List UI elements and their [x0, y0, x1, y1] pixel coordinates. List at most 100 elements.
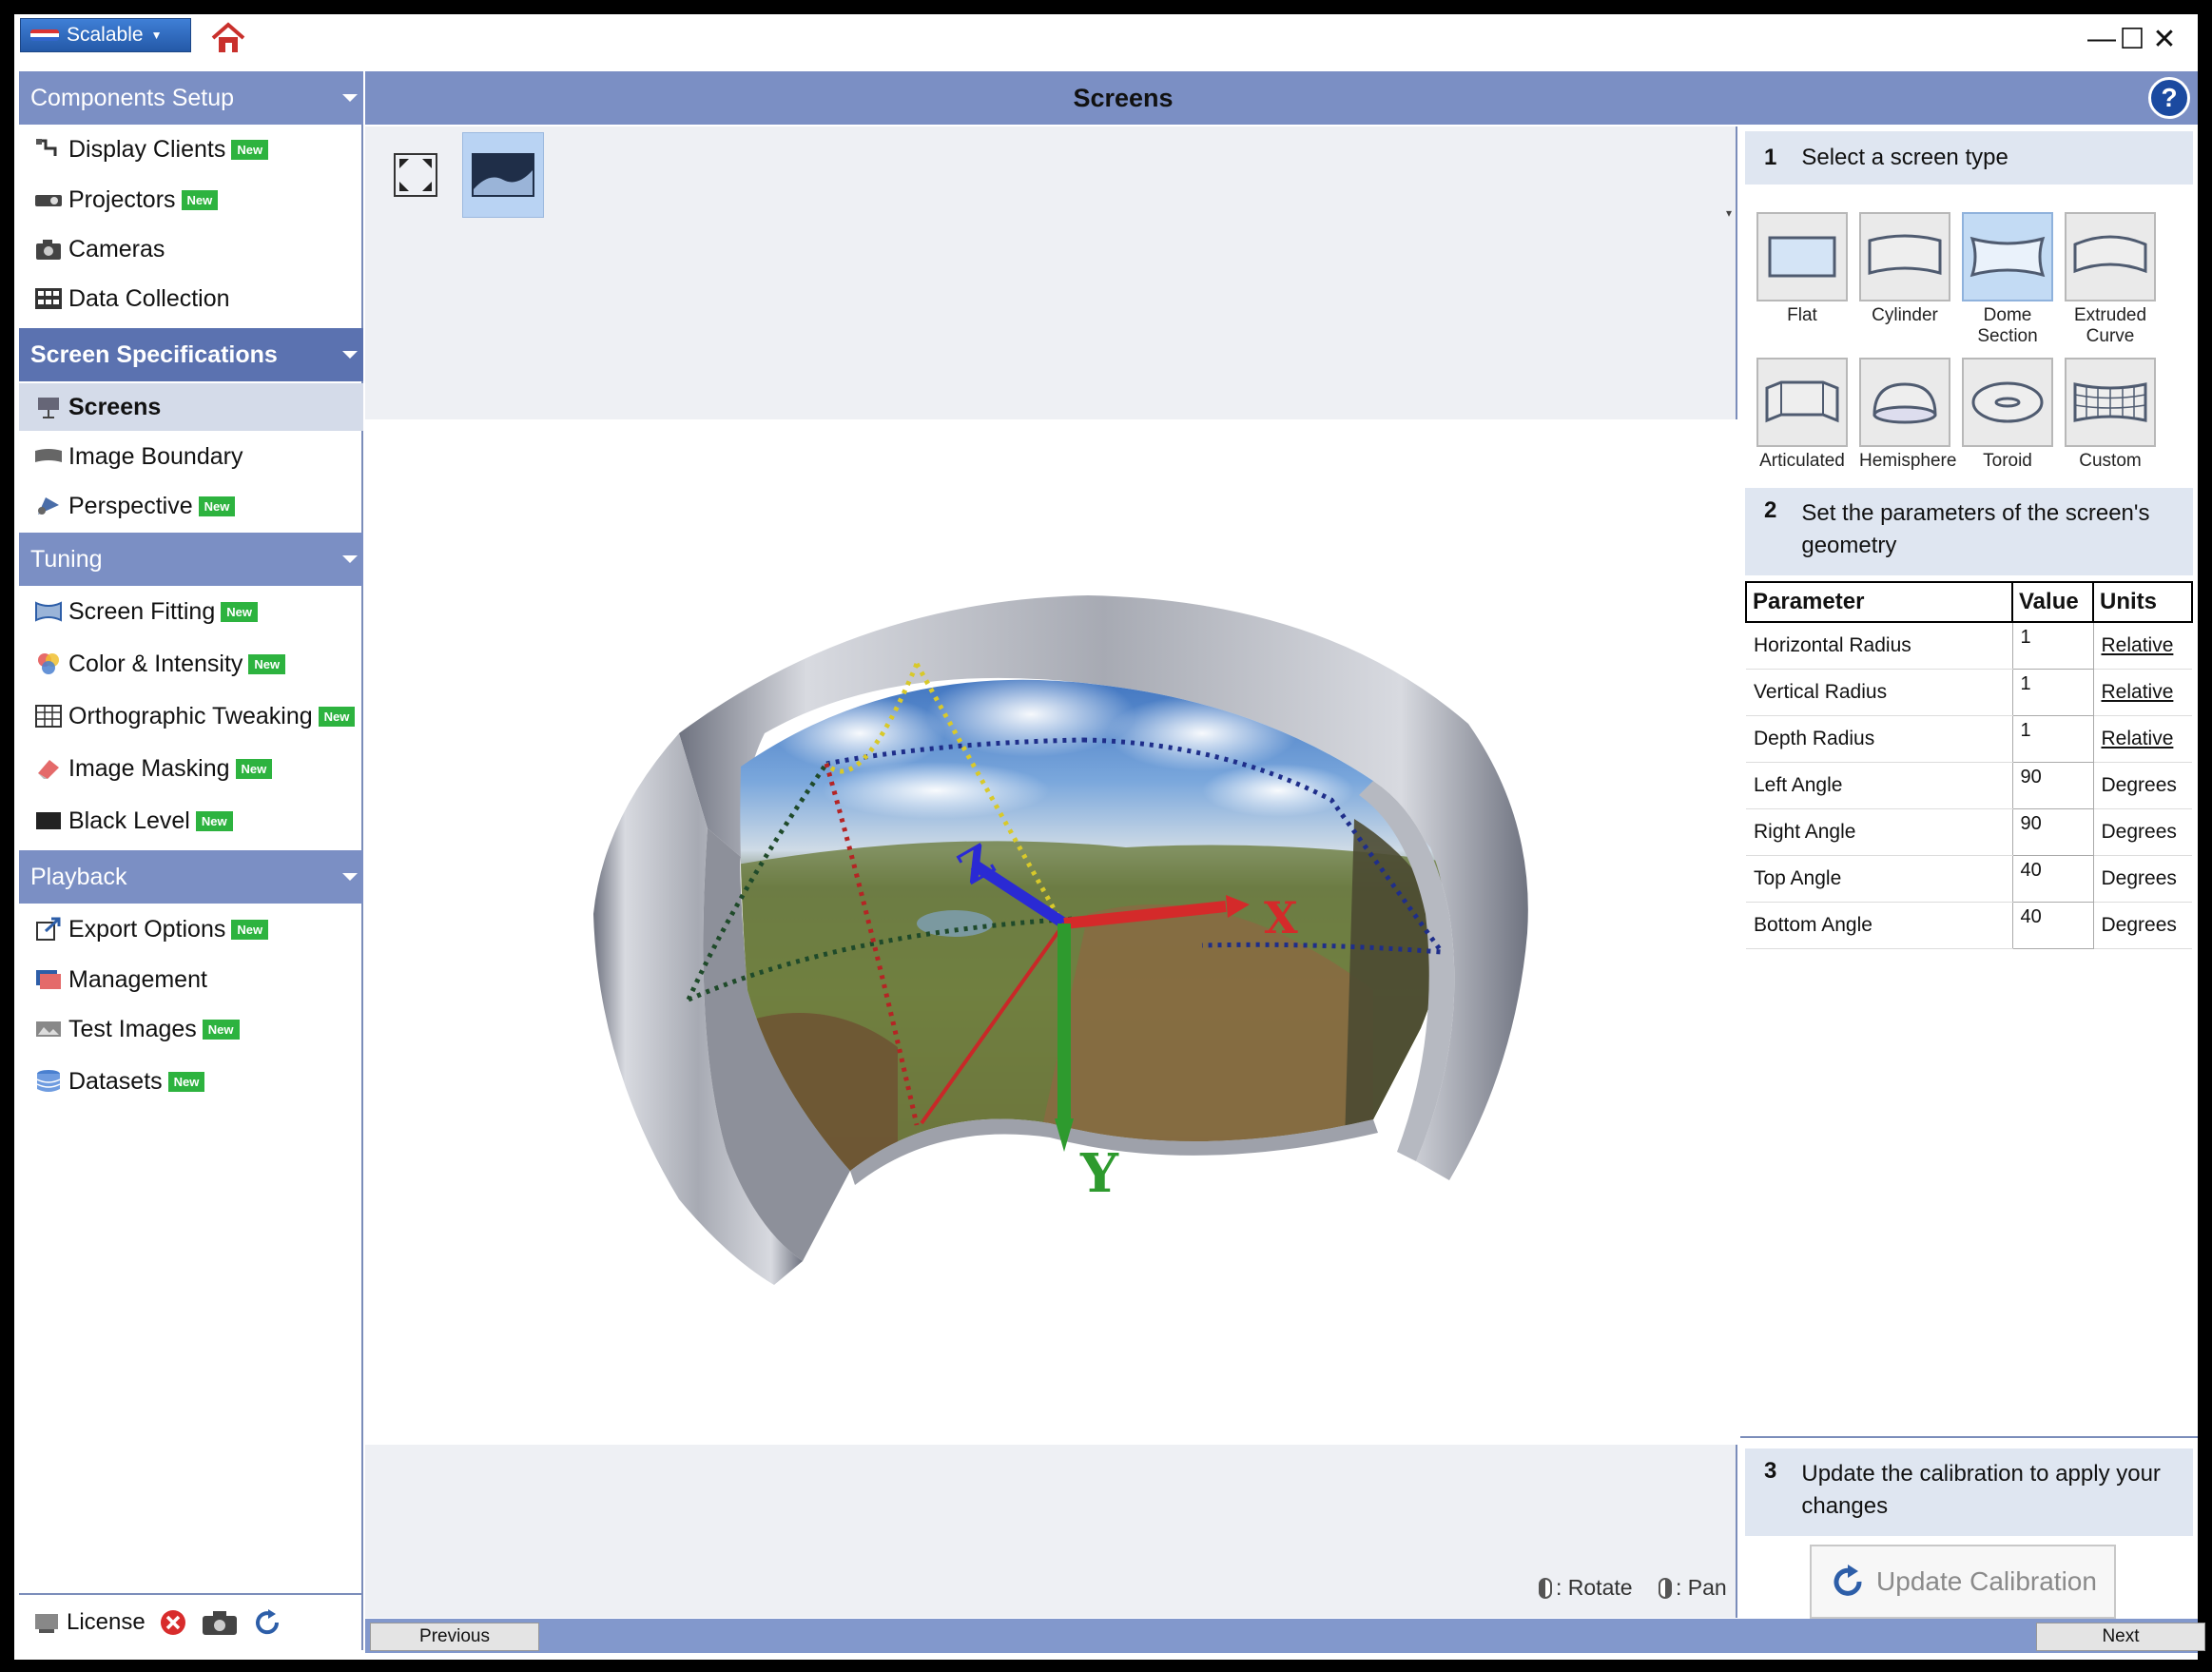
section-components-setup[interactable]: Components Setup	[19, 71, 363, 125]
profile-dropdown[interactable]: Scalable ▼	[20, 18, 191, 52]
dome-section-screen-icon	[1969, 236, 2046, 278]
param-value-input[interactable]: 1	[2011, 621, 2094, 670]
screen-type-label: Cylinder	[1872, 305, 1938, 325]
sidebar-item-image-boundary[interactable]: Image Boundary	[19, 433, 363, 480]
sidebar-item-image-masking[interactable]: Image Masking New	[19, 745, 363, 792]
param-unit-link[interactable]: Relative	[2092, 669, 2192, 716]
param-name: Horizontal Radius	[1746, 622, 2012, 670]
sidebar-item-label: Color & Intensity	[68, 650, 243, 677]
camera-icon[interactable]	[201, 1608, 239, 1637]
properties-panel: 1 Select a screen type Flat Cylinder Dom…	[1740, 126, 2198, 1619]
step-3-header: 3 Update the calibration to apply your c…	[1745, 1448, 2193, 1536]
screen-type-label: Articulated	[1759, 451, 1845, 471]
section-screen-specifications[interactable]: Screen Specifications	[19, 328, 363, 381]
new-badge: New	[167, 1071, 205, 1092]
title-bar: Scalable ▼ — ☐ ✕	[14, 14, 2198, 67]
sidebar-item-label: Cameras	[68, 235, 165, 262]
sidebar-item-cameras[interactable]: Cameras	[19, 225, 363, 273]
sidebar-item-projectors[interactable]: Projectors New	[19, 176, 363, 224]
collapse-caret-icon	[342, 351, 358, 359]
param-value-input[interactable]: 1	[2011, 668, 2094, 716]
screen-type-label: Flat	[1787, 305, 1817, 325]
screen-type-flat[interactable]: Flat	[1756, 212, 1848, 326]
image-view-button[interactable]	[462, 132, 544, 218]
articulated-screen-icon	[1765, 380, 1839, 423]
param-unit: Degrees	[2092, 902, 2192, 949]
step-2-header: 2 Set the parameters of the screen's geo…	[1745, 488, 2193, 575]
extruded-curve-screen-icon	[2073, 235, 2147, 274]
3d-render-area[interactable]: Z X Y	[365, 419, 1737, 1445]
update-calibration-button[interactable]: Update Calibration	[1810, 1545, 2116, 1619]
sidebar-item-label: Datasets	[68, 1067, 163, 1095]
screen-type-dome-section[interactable]: Dome Section	[1962, 212, 2053, 347]
help-button[interactable]: ?	[2148, 77, 2190, 119]
step-number: 1	[1764, 145, 1777, 170]
new-badge: New	[195, 810, 233, 831]
previous-button[interactable]: Previous	[370, 1623, 539, 1651]
screen-type-cylinder[interactable]: Cylinder	[1859, 212, 1950, 326]
fullscreen-icon	[394, 153, 437, 197]
sidebar-item-display-clients[interactable]: Display Clients New	[19, 126, 363, 173]
license-button[interactable]: License	[32, 1609, 146, 1636]
sidebar-item-label: Test Images	[68, 1015, 197, 1042]
data-collection-icon	[35, 288, 62, 309]
screen-type-custom[interactable]: Custom	[2065, 358, 2156, 472]
sidebar-item-label: Image Boundary	[68, 442, 243, 470]
new-badge: New	[231, 919, 269, 940]
sidebar-item-management[interactable]: Management	[19, 956, 363, 1003]
sidebar-item-color-intensity[interactable]: Color & Intensity New	[19, 640, 363, 688]
sidebar-item-black-level[interactable]: Black Level New	[19, 797, 363, 845]
error-icon[interactable]	[159, 1608, 187, 1637]
param-value-input[interactable]: 40	[2011, 854, 2094, 903]
sidebar-item-datasets[interactable]: Datasets New	[19, 1058, 363, 1105]
param-unit-link[interactable]: Relative	[2092, 715, 2192, 763]
screen-type-articulated[interactable]: Articulated	[1756, 358, 1848, 472]
param-name: Top Angle	[1746, 855, 2012, 903]
new-badge: New	[198, 496, 236, 516]
sidebar-item-screen-fitting[interactable]: Screen Fitting New	[19, 588, 363, 635]
step-label: Update the calibration to apply your cha…	[1801, 1461, 2161, 1519]
bottom-nav-bar: Previous Next	[365, 1619, 2205, 1653]
sidebar-item-perspective[interactable]: Perspective New	[19, 482, 363, 530]
image-boundary-icon	[35, 449, 62, 462]
camera-icon	[36, 240, 61, 260]
sidebar-item-label: Screens	[68, 393, 162, 420]
sidebar-item-label: Management	[68, 965, 207, 993]
screen-type-toroid[interactable]: Toroid	[1962, 358, 2053, 472]
home-icon[interactable]	[210, 22, 246, 54]
main-header: Screens ?	[365, 71, 2198, 125]
new-badge: New	[202, 1019, 240, 1040]
param-value-input[interactable]: 40	[2011, 901, 2094, 949]
display-clients-icon	[36, 139, 57, 156]
section-playback[interactable]: Playback	[19, 850, 363, 904]
refresh-icon[interactable]	[252, 1607, 282, 1638]
column-header-value: Value	[2011, 581, 2094, 623]
param-unit-link[interactable]: Relative	[2092, 622, 2192, 670]
dome-screen-render[interactable]: Z X Y	[365, 419, 1737, 1445]
toolbar-overflow-icon[interactable]: ▾	[1726, 206, 1732, 220]
sidebar-item-data-collection[interactable]: Data Collection	[19, 275, 363, 322]
sidebar-item-export-options[interactable]: Export Options New	[19, 905, 363, 953]
step-number: 2	[1764, 497, 1777, 523]
fullscreen-button[interactable]	[375, 132, 456, 218]
export-icon	[36, 917, 61, 941]
sidebar-item-test-images[interactable]: Test Images New	[19, 1005, 363, 1053]
param-value-input[interactable]: 90	[2011, 761, 2094, 809]
screen-type-hemisphere[interactable]: Hemisphere	[1859, 358, 1956, 472]
table-row: Top Angle 40 Degrees	[1746, 854, 2192, 903]
close-button[interactable]: ✕	[2141, 22, 2188, 56]
next-button[interactable]: Next	[2036, 1623, 2205, 1651]
sidebar-item-orthographic-tweaking[interactable]: Orthographic Tweaking New	[19, 692, 363, 740]
sidebar-item-screens[interactable]: Screens	[19, 383, 363, 431]
panel-divider	[1740, 1436, 2198, 1438]
grid-icon	[35, 705, 62, 728]
param-name: Depth Radius	[1746, 715, 2012, 763]
sidebar-footer: License	[19, 1593, 363, 1650]
sidebar-item-label: Screen Fitting	[68, 597, 216, 625]
param-value-input[interactable]: 1	[2011, 714, 2094, 763]
param-value-input[interactable]: 90	[2011, 807, 2094, 856]
section-tuning[interactable]: Tuning	[19, 533, 363, 586]
screen-type-extruded-curve[interactable]: Extruded Curve	[2065, 212, 2156, 347]
sidebar-item-label: Display Clients	[68, 135, 226, 163]
black-level-icon	[36, 812, 61, 829]
